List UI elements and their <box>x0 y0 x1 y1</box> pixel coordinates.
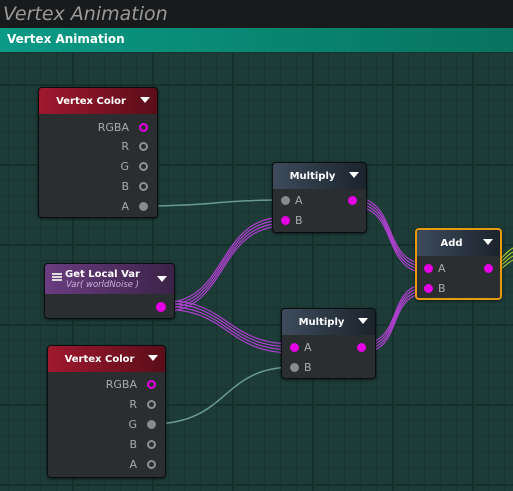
vertex-color-node-2[interactable]: Vertex Color RGBA R G B A <box>47 345 166 478</box>
wire-var-to-multiply1 <box>160 216 286 313</box>
port-label-b: B <box>304 361 312 374</box>
port-b[interactable] <box>139 182 148 191</box>
port-r[interactable] <box>139 142 148 151</box>
multiply-node-1[interactable]: Multiply A B <box>272 162 367 233</box>
node-header[interactable]: Get Local Var Var( worldNoise ) <box>45 264 174 294</box>
port-b[interactable] <box>424 284 433 293</box>
node-header[interactable]: Multiply <box>282 309 375 335</box>
node-subtitle: Var( worldNoise ) <box>66 279 139 290</box>
port-g[interactable] <box>147 420 156 429</box>
node-title: Multiply <box>298 316 345 328</box>
port-a[interactable] <box>290 343 299 352</box>
port-label-r: R <box>121 140 129 153</box>
port-label-b: B <box>129 438 137 451</box>
wire-var-to-multiply2 <box>160 299 295 354</box>
port-label-a: A <box>304 341 312 354</box>
port-output[interactable] <box>357 343 366 352</box>
node-header[interactable]: Multiply <box>273 163 366 189</box>
port-r[interactable] <box>147 400 156 409</box>
port-g[interactable] <box>139 162 148 171</box>
chevron-down-icon[interactable] <box>140 97 150 103</box>
chevron-down-icon[interactable] <box>148 355 158 361</box>
wire-a-to-multiply1 <box>142 199 286 207</box>
node-title: Vertex Color <box>64 353 135 365</box>
add-node[interactable]: Add A B <box>415 228 502 300</box>
chevron-down-icon[interactable] <box>349 172 359 178</box>
port-label-a: A <box>129 458 137 471</box>
port-label-rgba: RGBA <box>105 378 137 391</box>
port-a[interactable] <box>424 264 433 273</box>
chevron-down-icon[interactable] <box>157 276 167 282</box>
port-label-g: G <box>120 160 129 173</box>
chevron-down-icon[interactable] <box>358 318 368 324</box>
port-rgba[interactable] <box>147 380 156 389</box>
port-b[interactable] <box>281 216 290 225</box>
port-label-a: A <box>295 194 303 207</box>
port-output[interactable] <box>156 302 166 312</box>
port-label-b: B <box>438 282 446 295</box>
port-label-b: B <box>295 214 303 227</box>
port-label-g: G <box>128 418 137 431</box>
port-label-rgba: RGBA <box>97 121 129 134</box>
port-label-a: A <box>121 200 129 213</box>
wire-g-to-multiply2 <box>150 366 295 425</box>
node-title: Add <box>440 237 463 249</box>
port-a[interactable] <box>147 460 156 469</box>
port-output[interactable] <box>348 196 357 205</box>
port-rgba[interactable] <box>139 123 148 132</box>
menu-icon <box>52 273 62 281</box>
port-b[interactable] <box>147 440 156 449</box>
port-label-a: A <box>438 262 446 275</box>
node-header[interactable]: Vertex Color <box>48 346 165 372</box>
node-header[interactable]: Add <box>417 230 500 256</box>
port-a[interactable] <box>281 196 290 205</box>
port-b[interactable] <box>290 363 299 372</box>
get-local-var-node[interactable]: Get Local Var Var( worldNoise ) <box>44 263 175 319</box>
port-label-b: B <box>121 180 129 193</box>
node-header[interactable]: Vertex Color <box>39 88 157 114</box>
port-a[interactable] <box>139 202 148 211</box>
port-output[interactable] <box>484 264 493 273</box>
node-title: Multiply <box>289 170 336 182</box>
port-label-r: R <box>129 398 137 411</box>
multiply-node-2[interactable]: Multiply A B <box>281 308 376 379</box>
node-title: Vertex Color <box>56 95 126 107</box>
vertex-color-node-1[interactable]: Vertex Color RGBA R G B A <box>38 87 158 218</box>
chevron-down-icon[interactable] <box>483 239 493 245</box>
node-title: Get Local Var <box>65 268 140 280</box>
